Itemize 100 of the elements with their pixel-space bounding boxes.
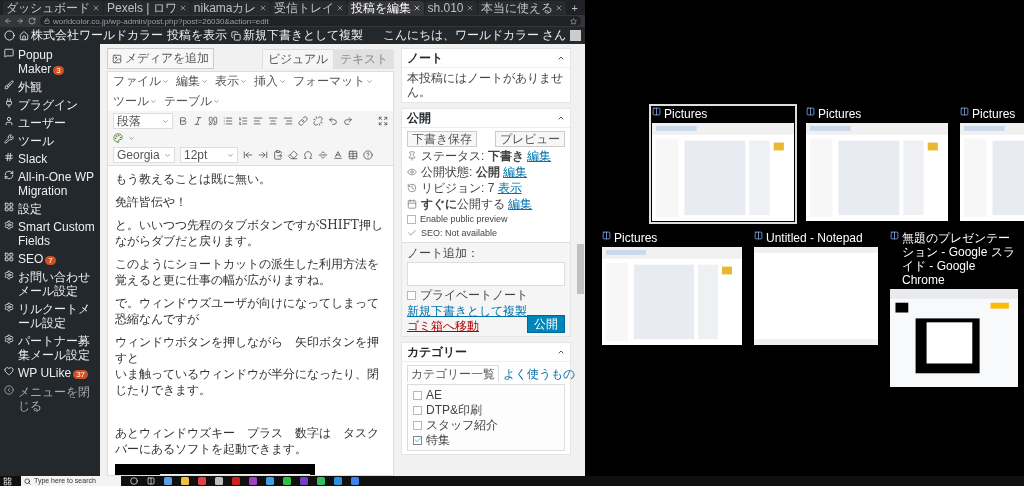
app-icon[interactable] — [164, 477, 172, 485]
app-icon[interactable] — [351, 477, 359, 485]
app-icon[interactable] — [215, 477, 223, 485]
checkbox[interactable] — [413, 390, 422, 400]
close-icon[interactable] — [258, 4, 267, 12]
trash-link[interactable]: ゴミ箱へ移動 — [407, 319, 527, 333]
browser-tab[interactable]: ダッシュボード — [3, 1, 103, 15]
collapse-menu-button[interactable]: メニューを閉じる — [0, 382, 100, 416]
editor-menu[interactable]: 編集 — [176, 74, 208, 89]
sidebar-item[interactable]: Slack — [0, 150, 100, 168]
link-icon[interactable] — [298, 116, 308, 126]
numbered-list-icon[interactable] — [238, 116, 248, 126]
browser-tab[interactable]: sh.010 — [424, 1, 477, 15]
note-input-field[interactable] — [407, 262, 565, 286]
bold-icon[interactable] — [178, 116, 188, 126]
window-thumbnail[interactable]: 無題のプレゼンテーション - Google スライド - Google Chrome — [887, 228, 1021, 390]
app-icon[interactable] — [232, 477, 240, 485]
omega-icon[interactable] — [303, 150, 313, 160]
window-thumbnail[interactable]: Untitled - Notepad — [751, 228, 881, 348]
window-thumbnail[interactable]: Pictures — [803, 104, 951, 224]
eraser-icon[interactable] — [288, 150, 298, 160]
sidebar-item[interactable]: ユーザー — [0, 114, 100, 132]
star-icon[interactable] — [570, 17, 577, 25]
app-icon[interactable] — [266, 477, 274, 485]
browser-tab[interactable]: 投稿を編集 — [347, 1, 424, 15]
address-field[interactable]: worldcolor.co.jp/wp-admin/post.php?post=26030&action=edit — [40, 16, 581, 26]
scrollbar-thumb[interactable] — [577, 244, 584, 294]
preview-button[interactable]: プレビュー — [495, 131, 565, 147]
browser-tab[interactable]: nikamaカレ — [190, 1, 270, 15]
edit-link[interactable]: 編集 — [527, 149, 551, 163]
font-select[interactable]: Georgia — [113, 147, 175, 163]
close-icon[interactable] — [465, 4, 474, 12]
sidebar-item[interactable]: Smart Custom Fields — [0, 218, 100, 250]
browser-tab[interactable]: 本当に使える — [477, 1, 566, 15]
edit-link[interactable]: 表示 — [497, 181, 522, 195]
bullet-list-icon[interactable] — [223, 116, 233, 126]
checkbox[interactable] — [407, 214, 416, 224]
category-tab[interactable]: カテゴリー一覧 — [407, 365, 499, 382]
duplicate-draft-link[interactable]: 新規下書きとして複製 — [407, 304, 527, 318]
edit-link[interactable]: 編集 — [503, 165, 527, 179]
save-draft-button[interactable]: 下書き保存 — [407, 131, 477, 147]
duplicate-link[interactable]: 新規下書きとして複製 — [231, 27, 363, 44]
back-icon[interactable] — [4, 17, 12, 25]
app-icon[interactable] — [334, 477, 342, 485]
sidebar-item[interactable]: パートナー募集メール設定 — [0, 332, 100, 364]
circle-icon[interactable] — [130, 477, 138, 485]
app-icon[interactable] — [249, 477, 257, 485]
close-icon[interactable] — [178, 4, 187, 12]
window-thumbnail[interactable]: Pictures — [957, 104, 1024, 224]
text-color-icon[interactable] — [333, 150, 343, 160]
editor-menu[interactable]: フォーマット — [293, 74, 373, 89]
format-select[interactable]: 段落 — [113, 113, 173, 129]
new-tab-button[interactable]: + — [566, 2, 583, 15]
quote-icon[interactable] — [208, 116, 218, 126]
site-link[interactable]: 株式会社ワールドカラー — [19, 27, 163, 44]
checkbox[interactable] — [413, 405, 422, 415]
window-thumbnail[interactable]: Pictures — [599, 228, 745, 348]
app-icon[interactable] — [317, 477, 325, 485]
collapse-icon[interactable] — [557, 114, 565, 122]
checkbox[interactable] — [413, 420, 422, 430]
sidebar-item[interactable]: 設定 — [0, 200, 100, 218]
editor-menu[interactable]: ツール — [113, 94, 157, 109]
edit-link[interactable]: 編集 — [508, 197, 533, 211]
checkbox[interactable] — [407, 290, 416, 300]
app-icon[interactable] — [283, 477, 291, 485]
separator-icon[interactable] — [318, 150, 328, 160]
sidebar-item[interactable]: お問い合わせメール設定 — [0, 268, 100, 300]
app-icon[interactable] — [300, 477, 308, 485]
collapse-icon[interactable] — [557, 348, 565, 356]
align-right-icon[interactable] — [283, 116, 293, 126]
editor-menu[interactable]: テーブル — [164, 94, 220, 109]
editor-menu[interactable]: 表示 — [215, 74, 247, 89]
sidebar-item[interactable]: プラグイン — [0, 96, 100, 114]
task-view-icon[interactable] — [147, 477, 155, 485]
publish-button[interactable]: 公開 — [527, 315, 565, 333]
paste-icon[interactable] — [273, 150, 283, 160]
table-icon[interactable] — [348, 150, 358, 160]
forward-icon[interactable] — [16, 17, 24, 25]
italic-icon[interactable] — [193, 116, 203, 126]
align-center-icon[interactable] — [268, 116, 278, 126]
align-left-icon[interactable] — [253, 116, 263, 126]
sidebar-item[interactable]: リルクートメール設定 — [0, 300, 100, 332]
close-icon[interactable] — [92, 4, 100, 12]
sidebar-item[interactable]: Popup Maker 3 — [0, 46, 100, 78]
redo-icon[interactable] — [343, 116, 353, 126]
collapse-icon[interactable] — [557, 54, 565, 62]
window-thumbnail[interactable]: Pictures — [649, 104, 797, 224]
reload-icon[interactable] — [28, 17, 36, 25]
circle-logo-icon[interactable] — [4, 30, 15, 41]
checked-checkbox[interactable] — [413, 435, 422, 445]
palette-icon[interactable] — [113, 133, 123, 143]
app-icon[interactable] — [181, 477, 189, 485]
close-icon[interactable] — [412, 4, 421, 12]
undo-icon[interactable] — [328, 116, 338, 126]
sidebar-item[interactable]: All-in-One WP Migration — [0, 168, 100, 200]
view-post-link[interactable]: 投稿を表示 — [167, 27, 227, 44]
font-size-select[interactable]: 12pt — [180, 147, 238, 163]
outdent-icon[interactable] — [243, 150, 253, 160]
sidebar-item[interactable]: ツール — [0, 132, 100, 150]
unlink-icon[interactable] — [313, 116, 323, 126]
